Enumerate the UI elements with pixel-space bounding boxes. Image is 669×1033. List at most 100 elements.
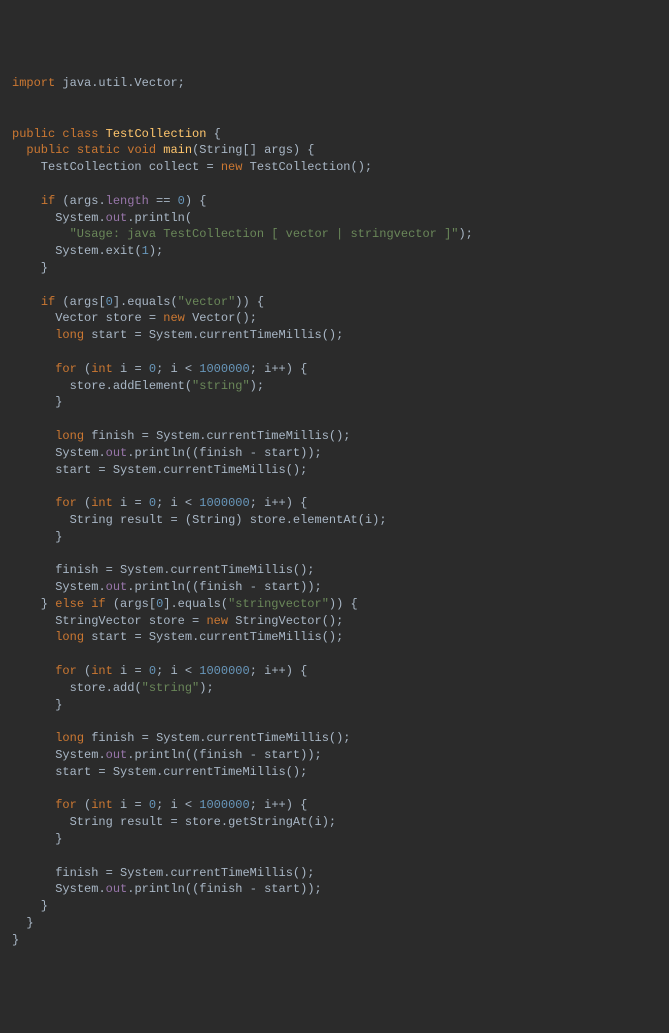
keyword-long: long [55,328,84,342]
keyword-if: if [91,597,105,611]
num-zero: 0 [149,664,156,678]
method-equals: equals [178,597,221,611]
num-million: 1000000 [199,496,249,510]
var-i: i [170,798,177,812]
var-i: i [120,496,127,510]
field-out: out [106,748,128,762]
keyword-public: public [12,127,55,141]
var-store: store [70,681,106,695]
system-ref: System [149,630,192,644]
var-finish: finish [91,429,134,443]
keyword-public: public [26,143,69,157]
keyword-new: new [221,160,243,174]
var-finish: finish [199,446,242,460]
var-i: i [120,664,127,678]
keyword-for: for [55,664,77,678]
type-stringvector: StringVector [55,614,141,628]
num-zero: 0 [106,295,113,309]
ctor-call: TestCollection() [250,160,365,174]
field-out: out [106,211,128,225]
system-ref: System [55,211,98,225]
var-start: start [91,328,127,342]
method-main: main [163,143,192,157]
system-ref: System [113,765,156,779]
method-currenttime: currentTimeMillis [163,765,285,779]
string-literal: "string" [192,379,250,393]
usage-string: "Usage: java TestCollection [ vector | s… [70,227,459,241]
field-out: out [106,446,128,460]
var-result: result [120,513,163,527]
num-million: 1000000 [199,798,249,812]
var-finish: finish [199,748,242,762]
method-getstringat: getStringAt [228,815,307,829]
keyword-if: if [41,194,55,208]
method-exit: exit [106,244,135,258]
num-zero: 0 [149,496,156,510]
num-zero: 0 [178,194,185,208]
num-zero: 0 [149,362,156,376]
var-start: start [264,446,300,460]
num-one: 1 [142,244,149,258]
keyword-new: new [163,311,185,325]
type-vector: Vector [192,311,235,325]
var-i: i [120,362,127,376]
method-println: println [134,211,184,225]
var-finish: finish [91,731,134,745]
method-println: println [134,580,184,594]
var-finish: finish [55,866,98,880]
var-i: i [170,496,177,510]
type-string: String [192,513,235,527]
keyword-import: import [12,76,55,90]
var-i: i [264,362,271,376]
args-ref: args [120,597,149,611]
var-i: i [315,815,322,829]
keyword-int: int [91,798,113,812]
string-literal: "string" [142,681,200,695]
keyword-static: static [77,143,120,157]
var-store: store [185,815,221,829]
method-currenttime: currentTimeMillis [163,463,285,477]
keyword-int: int [91,664,113,678]
class-name: TestCollection [106,127,207,141]
var-i: i [264,798,271,812]
keyword-void: void [127,143,156,157]
num-million: 1000000 [199,362,249,376]
type-vector: Vector [55,311,98,325]
args-ref: args [70,295,99,309]
system-ref: System [55,748,98,762]
method-currenttime: currentTimeMillis [199,328,321,342]
var-store: store [149,614,185,628]
method-add: add [113,681,135,695]
var-i: i [264,496,271,510]
code-block: import java.util.Vector; public class Te… [12,75,657,948]
var-finish: finish [55,563,98,577]
keyword-long: long [55,630,84,644]
system-ref: System [55,882,98,896]
system-ref: System [156,731,199,745]
method-println: println [134,748,184,762]
var-i: i [170,362,177,376]
var-start: start [264,748,300,762]
system-ref: System [156,429,199,443]
var-i: i [365,513,372,527]
keyword-class: class [62,127,98,141]
keyword-long: long [55,429,84,443]
num-zero: 0 [156,597,163,611]
keyword-new: new [206,614,228,628]
var-store: store [106,311,142,325]
var-i: i [264,664,271,678]
method-equals: equals [127,295,170,309]
type-string: String [70,513,113,527]
num-zero: 0 [149,798,156,812]
var-finish: finish [199,882,242,896]
import-path: java.util.Vector; [55,76,185,90]
system-ref: System [55,580,98,594]
var-collect: collect [149,160,199,174]
field-length: length [106,194,149,208]
keyword-for: for [55,496,77,510]
system-ref: System [120,563,163,577]
system-ref: System [55,244,98,258]
system-ref: System [120,866,163,880]
var-result: result [120,815,163,829]
method-currenttime: currentTimeMillis [199,630,321,644]
